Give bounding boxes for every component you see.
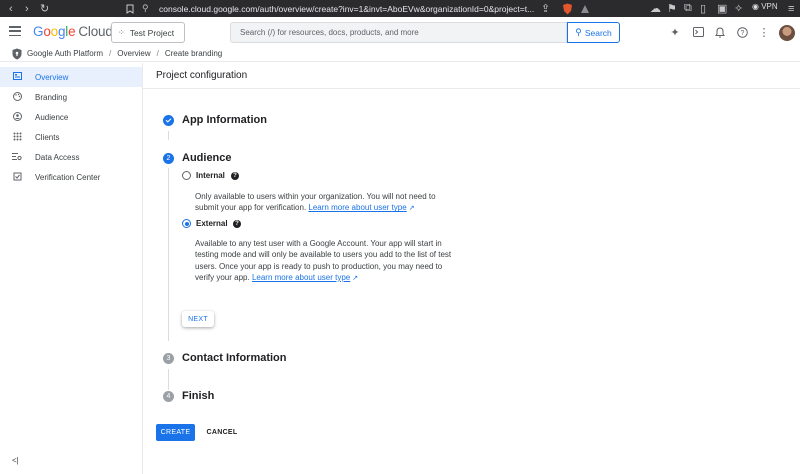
- step-number-4: 4: [163, 391, 174, 402]
- person-icon: [12, 111, 22, 123]
- cancel-button[interactable]: CANCEL: [204, 424, 240, 441]
- hamburger-menu-icon[interactable]: [9, 26, 21, 36]
- sidebar-toggle-icon[interactable]: ▯: [700, 2, 706, 15]
- sidebar-item-label: Data Access: [35, 152, 80, 162]
- project-picker-button[interactable]: ⁘ Test Project: [111, 22, 185, 43]
- learn-more-link[interactable]: Learn more about user type: [308, 203, 406, 212]
- sidebar-item-label: Clients: [35, 132, 60, 142]
- sidebar-item-label: Audience: [35, 112, 69, 122]
- external-link-icon: ↗: [408, 205, 415, 213]
- sidebar-item-verification-center[interactable]: Verification Center: [0, 167, 142, 187]
- extension-puzzle-icon[interactable]: ⧉: [684, 2, 692, 15]
- forward-icon[interactable]: ›: [25, 2, 29, 15]
- palette-icon: [12, 91, 22, 103]
- extension-icon-2[interactable]: ⚑: [667, 2, 677, 15]
- breadcrumb: Google Auth Platform / Overview / Create…: [0, 47, 800, 62]
- url-text: console.cloud.google.com/auth/overview/c…: [159, 3, 535, 14]
- step-number-2: 2: [163, 153, 174, 164]
- radio-internal[interactable]: [182, 171, 191, 180]
- sidebar-item-label: Verification Center: [35, 172, 101, 182]
- search-button[interactable]: ⚲ Search: [567, 22, 620, 43]
- address-bar[interactable]: ⚲ console.cloud.google.com/auth/overview…: [142, 1, 632, 16]
- sidebar: Overview Branding Audience Clients Data …: [0, 63, 143, 474]
- gemini-icon[interactable]: ✦: [669, 26, 681, 39]
- sidebar-item-overview[interactable]: Overview: [0, 67, 142, 87]
- notifications-icon[interactable]: [714, 26, 726, 38]
- sidebar-item-label: Branding: [35, 92, 68, 102]
- external-description: Available to any test user with a Google…: [195, 238, 453, 284]
- external-link-icon: ↗: [352, 274, 359, 282]
- wallet-icon[interactable]: ▣: [717, 2, 727, 15]
- more-options-icon[interactable]: ⋮: [758, 26, 770, 39]
- grid-icon: [12, 132, 22, 143]
- auth-platform-shield-icon: [12, 48, 22, 60]
- svg-text:?: ?: [740, 30, 744, 37]
- step-connector: [168, 369, 169, 390]
- step-connector: [168, 168, 169, 341]
- verification-icon: [12, 172, 22, 183]
- cloud-shell-icon[interactable]: [692, 26, 704, 38]
- back-icon[interactable]: ‹: [9, 2, 13, 15]
- internal-description: Only available to users within your orga…: [195, 191, 453, 215]
- data-access-icon: [12, 152, 22, 163]
- help-icon[interactable]: ?: [233, 220, 241, 228]
- google-cloud-logo[interactable]: Google Cloud: [33, 24, 113, 39]
- step-check-icon: [163, 115, 174, 126]
- option-label-external[interactable]: External: [196, 219, 228, 228]
- option-label-internal[interactable]: Internal: [196, 171, 225, 180]
- bookmark-icon[interactable]: [126, 2, 134, 15]
- step-number-3: 3: [163, 353, 174, 364]
- account-avatar[interactable]: [779, 25, 795, 41]
- radio-external[interactable]: [182, 219, 191, 228]
- extension-icon-1[interactable]: ☁: [650, 2, 661, 15]
- brave-rewards-icon[interactable]: [580, 2, 590, 15]
- create-button[interactable]: CREATE: [156, 424, 195, 441]
- breadcrumb-separator: /: [156, 49, 159, 58]
- site-settings-icon[interactable]: ⚲: [142, 3, 154, 14]
- vpn-label: VPN: [761, 2, 778, 11]
- search-placeholder: Search (/) for resources, docs, products…: [240, 28, 419, 37]
- sidebar-item-label: Overview: [35, 72, 69, 82]
- search-input[interactable]: Search (/) for resources, docs, products…: [230, 22, 567, 43]
- reload-icon[interactable]: ↻: [40, 2, 49, 15]
- leo-ai-icon[interactable]: ✧: [734, 2, 743, 15]
- help-icon[interactable]: ?: [736, 26, 748, 38]
- breadcrumb-item-auth-platform[interactable]: Google Auth Platform: [27, 49, 103, 58]
- project-icon: ⁘: [118, 28, 125, 37]
- step-title-contact-information[interactable]: Contact Information: [182, 352, 287, 364]
- collapse-sidebar-icon[interactable]: <|: [12, 456, 19, 465]
- project-label: Test Project: [129, 27, 175, 38]
- help-icon[interactable]: ?: [231, 172, 239, 180]
- browser-toolbar: ‹ › ↻ ⚲ console.cloud.google.com/auth/ov…: [0, 0, 800, 17]
- breadcrumb-item-overview[interactable]: Overview: [117, 49, 150, 58]
- menu-icon[interactable]: ≡: [788, 2, 794, 15]
- sidebar-item-clients[interactable]: Clients: [0, 127, 142, 147]
- brave-shield-icon[interactable]: [562, 2, 573, 15]
- next-button[interactable]: NEXT: [182, 311, 214, 327]
- step-title-audience[interactable]: Audience: [182, 152, 232, 164]
- learn-more-link[interactable]: Learn more about user type: [252, 273, 350, 282]
- step-title-app-information[interactable]: App Information: [182, 114, 267, 126]
- search-button-label: Search: [584, 27, 612, 38]
- sidebar-item-audience[interactable]: Audience: [0, 107, 142, 127]
- divider: [143, 88, 800, 89]
- breadcrumb-separator: /: [109, 49, 112, 58]
- sidebar-item-branding[interactable]: Branding: [0, 87, 142, 107]
- breadcrumb-item-create-branding: Create branding: [164, 49, 223, 58]
- step-title-finish[interactable]: Finish: [182, 390, 214, 402]
- search-icon: ⚲: [575, 27, 582, 37]
- vpn-button[interactable]: ◉ VPN: [752, 2, 778, 11]
- sidebar-item-data-access[interactable]: Data Access: [0, 147, 142, 167]
- overview-icon: [12, 72, 22, 82]
- step-connector: [168, 131, 169, 140]
- page-title: Project configuration: [156, 70, 248, 81]
- console-header: Google Cloud ⁘ Test Project Search (/) fo…: [0, 17, 800, 47]
- share-icon[interactable]: ⇪: [541, 2, 550, 15]
